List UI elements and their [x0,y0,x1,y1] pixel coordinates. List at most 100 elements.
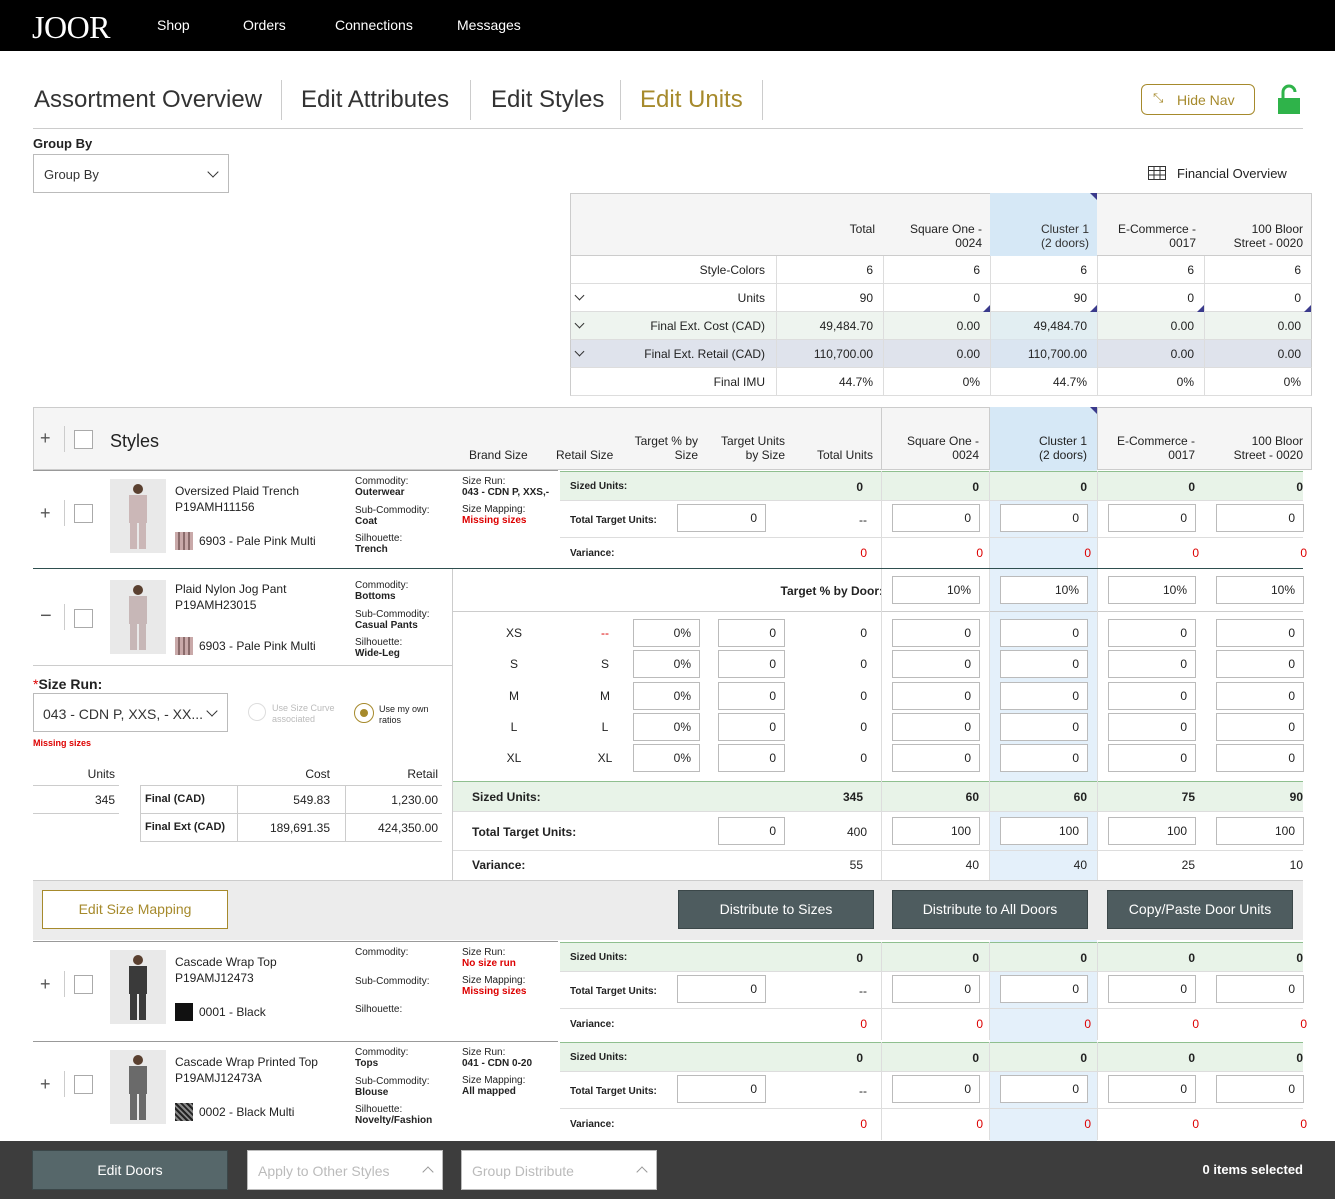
door-size-input[interactable]: 0 [1000,650,1088,679]
tab-edit-units[interactable]: Edit Units [640,86,743,114]
door-size-input[interactable]: 0 [1000,619,1088,647]
hide-nav-button[interactable]: ⤡ Hide Nav [1141,84,1255,115]
target-units-input[interactable]: 0 [677,504,766,532]
door-pct-input[interactable]: 10% [1000,576,1088,604]
sized-units-value: 0 [1296,480,1303,494]
door-size-input[interactable]: 0 [1108,650,1196,679]
tab-assortment-overview[interactable]: Assortment Overview [34,86,262,114]
expand-row-icon[interactable]: + [40,974,51,995]
use-size-curve-radio[interactable] [248,703,266,721]
size-pct-input[interactable]: 0% [633,681,700,710]
nav-connections[interactable]: Connections [335,17,413,33]
select-all-checkbox[interactable] [74,430,93,449]
door-size-input[interactable]: 0 [892,681,980,710]
tab-edit-attributes[interactable]: Edit Attributes [301,86,449,114]
size-units-input[interactable]: 0 [718,650,785,679]
row-checkbox[interactable] [74,609,93,628]
commodity-label: Commodity: [355,1047,409,1058]
divider [881,569,882,880]
target-units-input[interactable]: 0 [718,817,785,845]
door-size-input[interactable]: 0 [1216,744,1304,773]
edit-size-mapping-button[interactable]: Edit Size Mapping [42,890,228,929]
door-target-input[interactable]: 0 [1216,1075,1304,1103]
door-size-input[interactable]: 0 [1108,744,1196,773]
door-target-input[interactable]: 0 [1108,1075,1196,1103]
door-target-input[interactable]: 100 [1000,817,1088,845]
row-checkbox[interactable] [74,1075,93,1094]
divider [140,841,442,842]
door-size-input[interactable]: 0 [1000,744,1088,773]
size-units-input[interactable]: 0 [718,619,785,647]
size-pct-input[interactable]: 0% [633,650,700,679]
door-size-input[interactable]: 0 [892,744,980,773]
door-target-input[interactable]: 100 [892,817,980,845]
door-size-input[interactable]: 0 [892,650,980,679]
size-units-input[interactable]: 0 [718,681,785,710]
door-size-input[interactable]: 0 [1000,712,1088,741]
door-pct-input[interactable]: 10% [1216,576,1304,604]
door-size-input[interactable]: 0 [1216,650,1304,679]
door-target-input[interactable]: 100 [1216,817,1304,845]
row-checkbox[interactable] [74,975,93,994]
divider [776,256,777,396]
group-distribute-select[interactable]: Group Distribute [461,1150,657,1190]
size-run-value: 043 - CDN P, XXS,- [462,487,550,498]
door-size-input[interactable]: 0 [1216,712,1304,741]
distribute-to-sizes-button[interactable]: Distribute to Sizes [678,890,874,929]
retail-size: L [601,719,609,734]
door-size-input[interactable]: 0 [892,712,980,741]
use-own-ratios-radio[interactable] [354,703,374,723]
copy-paste-door-units-button[interactable]: Copy/Paste Door Units [1107,890,1293,929]
door-pct-input[interactable]: 10% [1108,576,1196,604]
door-size-input[interactable]: 0 [892,619,980,647]
door-size-input[interactable]: 0 [1108,712,1196,741]
door-target-input[interactable]: 0 [1216,975,1304,1003]
door-pct-input[interactable]: 10% [892,576,980,604]
size-pct-input[interactable]: 0% [633,712,700,741]
door-size-input[interactable]: 0 [1000,681,1088,710]
apply-to-other-styles-select[interactable]: Apply to Other Styles [247,1150,443,1190]
collapse-row-icon[interactable]: − [40,605,52,628]
size-run-select[interactable]: 043 - CDN P, XXS, - XX... [33,693,228,732]
door-target-input[interactable]: 0 [892,1075,980,1103]
size-pct-input[interactable]: 0% [633,619,700,647]
door-target-input[interactable]: 100 [1108,817,1196,845]
expand-row-icon[interactable]: + [40,503,51,524]
group-by-select[interactable]: Group By [33,154,229,193]
product-image [110,950,166,1024]
tab-edit-styles[interactable]: Edit Styles [491,86,604,114]
door-size-input[interactable]: 0 [1108,681,1196,710]
cost-header: Cost [305,767,330,781]
door-target-input[interactable]: 0 [1108,504,1196,532]
target-units-input[interactable]: 0 [677,1075,766,1103]
door-size-input[interactable]: 0 [1216,619,1304,647]
joor-logo[interactable]: JOOR [32,9,111,46]
sized-units-value: 60 [965,790,979,804]
financial-overview-link[interactable]: Financial Overview [1177,166,1287,181]
door-size-input[interactable]: 0 [1108,619,1196,647]
size-units-input[interactable]: 0 [718,712,785,741]
style-code: P19AMH23015 [175,598,257,612]
size-pct-input[interactable]: 0% [633,744,700,773]
nav-orders[interactable]: Orders [243,17,286,33]
row-checkbox[interactable] [74,504,93,523]
door-target-input[interactable]: 0 [892,504,980,532]
door-target-input[interactable]: 0 [1000,1075,1088,1103]
distribute-to-all-doors-button[interactable]: Distribute to All Doors [892,890,1088,929]
door-target-input[interactable]: 0 [1108,975,1196,1003]
expand-row-icon[interactable]: + [40,1074,51,1095]
target-units-input[interactable]: 0 [677,975,766,1003]
nav-messages[interactable]: Messages [457,17,521,33]
summary-value: 110,700.00 [1027,347,1087,361]
edit-doors-button[interactable]: Edit Doors [32,1150,228,1190]
size-units-input[interactable]: 0 [718,744,785,773]
expand-all-icon[interactable]: + [40,428,51,449]
variance-value: 0 [860,1017,867,1031]
door-size-input[interactable]: 0 [1216,681,1304,710]
unlock-icon[interactable] [1276,84,1302,116]
door-target-input[interactable]: 0 [1000,975,1088,1003]
nav-shop[interactable]: Shop [157,17,190,33]
door-target-input[interactable]: 0 [1216,504,1304,532]
door-target-input[interactable]: 0 [892,975,980,1003]
door-target-input[interactable]: 0 [1000,504,1088,532]
